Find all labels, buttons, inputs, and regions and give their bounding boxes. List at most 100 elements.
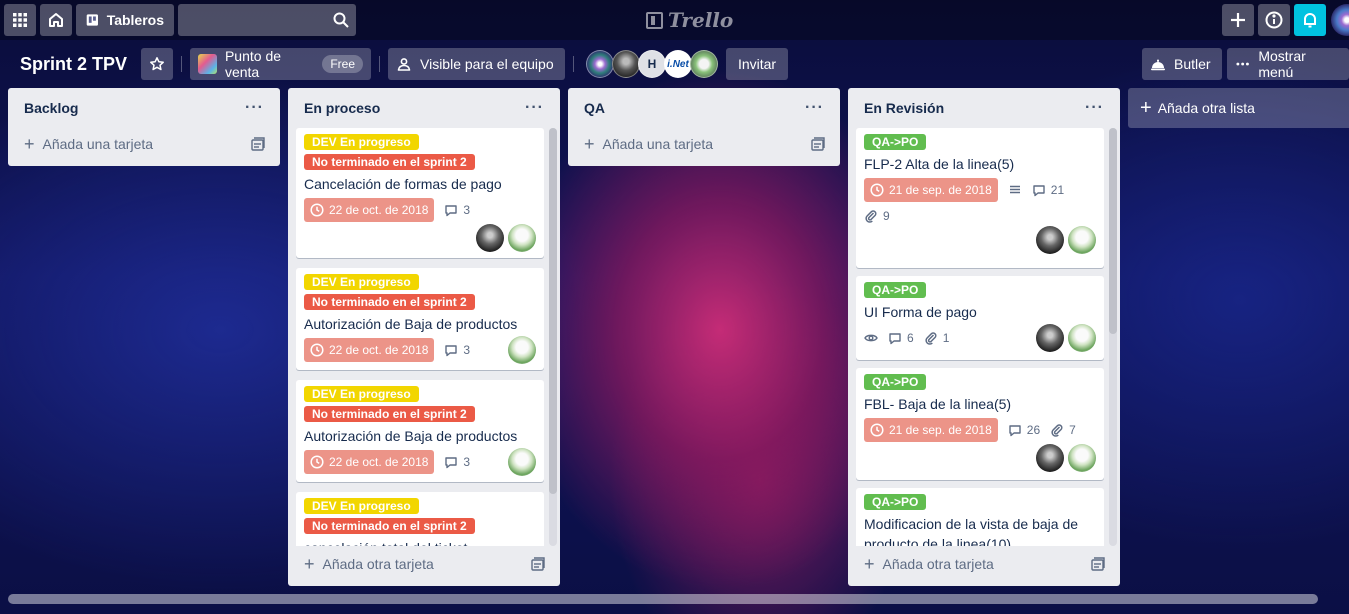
home-icon [49, 13, 63, 27]
add-card-button[interactable]: + Añada otra tarjeta [856, 550, 1112, 578]
more-dots-icon [1236, 62, 1249, 66]
add-card-label: Añada una tarjeta [602, 136, 714, 152]
due-date-badge[interactable]: 21 de sep. de 2018 [864, 418, 998, 442]
card-label-dev-en-progreso[interactable]: DEV En progreso [304, 274, 419, 290]
card[interactable]: QA->PO Modificacion de la vista de baja … [856, 488, 1104, 546]
card-label-qa-po[interactable]: QA->PO [864, 282, 927, 298]
member-avatar[interactable]: H [638, 50, 666, 78]
list-title[interactable]: Backlog [24, 100, 78, 116]
boards-button[interactable]: Tableros [76, 4, 174, 36]
card[interactable]: QA->PO FLP-2 Alta de la linea(5) 21 de s… [856, 128, 1104, 268]
butler-button[interactable]: Butler [1142, 48, 1222, 80]
board-icon [86, 14, 98, 26]
list-menu-icon[interactable]: ··· [245, 99, 264, 117]
list-header[interactable]: En proceso ··· [288, 88, 560, 128]
card-member-avatar[interactable] [476, 224, 504, 252]
card-title: Autorización de Baja de productos [304, 428, 518, 444]
board-title[interactable]: Sprint 2 TPV [12, 48, 135, 80]
card-label-no-terminado[interactable]: No terminado en el sprint 2 [304, 294, 475, 310]
card-member-avatar[interactable] [1036, 324, 1064, 352]
attachments-count: 9 [883, 209, 890, 223]
card-badges: 21 de sep. de 2018 26 7 [864, 418, 1096, 442]
list-menu-icon[interactable]: ··· [805, 99, 824, 117]
card-label-dev-en-progreso[interactable]: DEV En progreso [304, 498, 419, 514]
add-card-label: Añada una tarjeta [42, 136, 154, 152]
show-menu-button[interactable]: Mostrar menú [1227, 48, 1349, 80]
list-title[interactable]: En Revisión [864, 100, 944, 116]
card[interactable]: DEV En progreso No terminado en el sprin… [296, 268, 544, 370]
comments-badge: 3 [444, 343, 470, 357]
card-label-no-terminado[interactable]: No terminado en el sprint 2 [304, 154, 475, 170]
card-template-icon[interactable] [810, 136, 826, 152]
notifications-button[interactable] [1294, 4, 1326, 36]
invite-button[interactable]: Invitar [726, 48, 788, 80]
list-scrollbar[interactable] [549, 128, 557, 546]
comments-count: 3 [463, 455, 471, 469]
card[interactable]: DEV En progreso No terminado en el sprin… [296, 128, 544, 258]
info-button[interactable] [1258, 4, 1290, 36]
card-label-no-terminado[interactable]: No terminado en el sprint 2 [304, 518, 475, 534]
add-card-button[interactable]: + Añada una tarjeta [576, 130, 832, 158]
board-horizontal-scrollbar[interactable] [8, 594, 1318, 604]
list-header[interactable]: QA ··· [568, 88, 840, 128]
list-scrollbar[interactable] [1109, 128, 1117, 546]
due-date-badge[interactable]: 22 de oct. de 2018 [304, 198, 435, 222]
list-menu-icon[interactable]: ··· [1085, 99, 1104, 117]
comment-icon [889, 333, 901, 345]
list-menu-icon[interactable]: ··· [525, 99, 544, 117]
card-member-avatar[interactable] [1036, 444, 1064, 472]
scrollbar-thumb[interactable] [549, 128, 557, 494]
apps-grid-button[interactable] [4, 4, 36, 36]
card-label-dev-en-progreso[interactable]: DEV En progreso [304, 134, 419, 150]
card-label-dev-en-progreso[interactable]: DEV En progreso [304, 386, 419, 402]
add-card-button[interactable]: + Añada una tarjeta [16, 130, 272, 158]
trello-logo[interactable]: Trello [646, 8, 733, 32]
card-template-icon[interactable] [1090, 556, 1106, 572]
card[interactable]: QA->PO UI Forma de pago 6 1 [856, 276, 1104, 360]
scrollbar-thumb[interactable] [1109, 128, 1117, 334]
card[interactable]: QA->PO FBL- Baja de la linea(5) 21 de se… [856, 368, 1104, 480]
card-template-icon[interactable] [530, 556, 546, 572]
card-badges: 9 [864, 204, 1096, 228]
card-member-avatar[interactable] [508, 336, 536, 364]
comment-icon [445, 205, 458, 217]
list-header[interactable]: Backlog ··· [8, 88, 280, 128]
card-member-avatar[interactable] [508, 448, 536, 476]
due-date-badge[interactable]: 22 de oct. de 2018 [304, 450, 435, 474]
member-avatar[interactable]: i.Net [664, 50, 692, 78]
member-avatar[interactable] [690, 50, 718, 78]
card-label-qa-po[interactable]: QA->PO [864, 134, 927, 150]
card-label-qa-po[interactable]: QA->PO [864, 374, 927, 390]
card-label-no-terminado[interactable]: No terminado en el sprint 2 [304, 406, 475, 422]
card-member-avatar[interactable] [1068, 444, 1096, 472]
card[interactable]: DEV En progreso No terminado en el sprin… [296, 380, 544, 482]
list-title[interactable]: QA [584, 100, 605, 116]
create-button[interactable] [1222, 4, 1254, 36]
list-title[interactable]: En proceso [304, 100, 380, 116]
card-label-qa-po[interactable]: QA->PO [864, 494, 927, 510]
star-button[interactable] [141, 48, 173, 80]
card-member-avatar[interactable] [508, 224, 536, 252]
home-button[interactable] [40, 4, 72, 36]
plus-icon: + [24, 133, 35, 154]
card-member-avatar[interactable] [1068, 324, 1096, 352]
card-member-avatar[interactable] [1068, 226, 1096, 254]
clock-icon [870, 183, 884, 197]
card[interactable]: DEV En progreso No terminado en el sprin… [296, 492, 544, 546]
list-header[interactable]: En Revisión ··· [848, 88, 1120, 128]
due-date-badge[interactable]: 21 de sep. de 2018 [864, 178, 998, 202]
visibility-button[interactable]: Visible para el equipo [388, 48, 565, 80]
visibility-label: Visible para el equipo [420, 56, 554, 72]
user-avatar[interactable] [1331, 4, 1349, 36]
due-date-badge[interactable]: 22 de oct. de 2018 [304, 338, 435, 362]
comments-badge: 26 [1008, 423, 1040, 437]
member-avatar[interactable] [612, 50, 640, 78]
member-avatar[interactable] [586, 50, 614, 78]
search-icon[interactable] [332, 11, 350, 29]
add-card-button[interactable]: + Añada otra tarjeta [296, 550, 552, 578]
team-button[interactable]: Punto de venta Free [190, 48, 371, 80]
card-template-icon[interactable] [250, 136, 266, 152]
card-member-avatar[interactable] [1036, 226, 1064, 254]
add-list-button[interactable]: + Añada otra lista [1128, 88, 1349, 128]
search-input[interactable] [178, 4, 356, 36]
